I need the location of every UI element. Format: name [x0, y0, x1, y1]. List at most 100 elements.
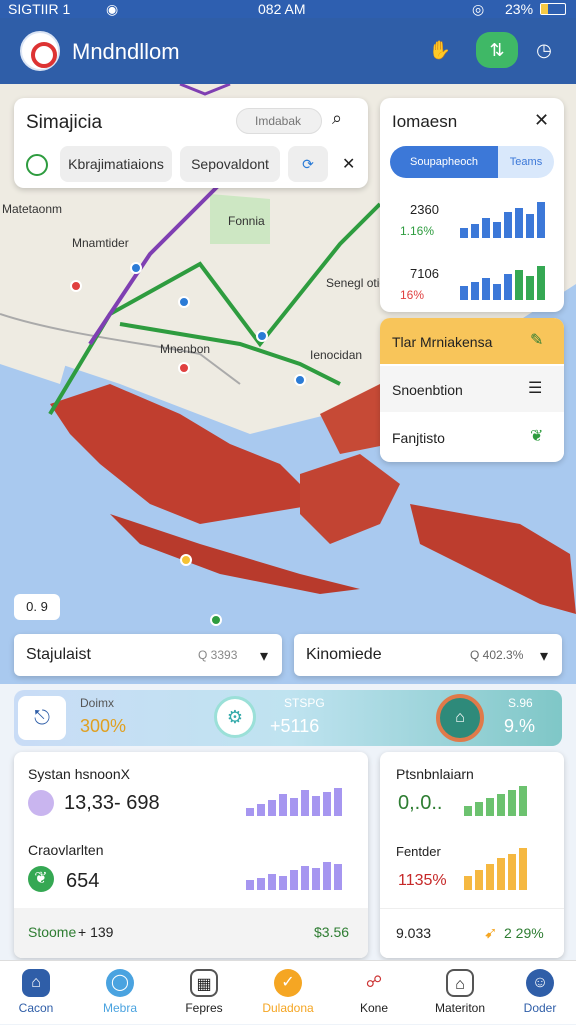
stats-card: Ptsnbnlaiarn 0,.0.. Fentder 1135% 9.033 … [380, 752, 564, 958]
stat-sub: 16% [400, 288, 425, 302]
status-bar: SIGTIIR 1 ◉ 082 AM ◎ 23% [0, 0, 576, 18]
map-label: Senegl otic [326, 276, 386, 290]
chat-icon: ◯ [106, 969, 134, 997]
map-label: Fonnia [228, 214, 265, 228]
nav-item-bag[interactable]: ⌂ Materiton [424, 961, 496, 1025]
file-icon: ▦ [190, 969, 218, 997]
stats-card: Systan hsnoonX 13,33- 698 Craovlarlten ❦… [14, 752, 368, 958]
pin-icon: ➹ [484, 925, 498, 942]
app-logo [20, 31, 60, 71]
map-pin[interactable] [180, 554, 192, 566]
nav-label: Cacon [18, 1001, 54, 1015]
filter-value: Q 402.3% [470, 648, 524, 662]
menu-label: Snoenbtion [392, 382, 463, 398]
map-pin[interactable] [256, 330, 268, 342]
clock-icon[interactable]: ◷ [526, 32, 562, 68]
nav-item-files[interactable]: ▦ Fepres [168, 961, 240, 1025]
tab-teams[interactable]: Teams [498, 146, 554, 178]
stats-value: 654 [66, 870, 100, 892]
zoom-indicator[interactable]: 0. 9 [14, 594, 60, 620]
map-pin[interactable] [178, 362, 190, 374]
bag-icon: ⌂ [446, 969, 474, 997]
search-icon[interactable]: ⌕ [332, 108, 342, 129]
map-pin[interactable] [210, 614, 222, 626]
share-icon[interactable]: ⟳ [288, 146, 328, 182]
list-icon: ☰ [528, 380, 543, 397]
summary-label: Doimx [80, 696, 115, 710]
toggle-button[interactable]: ⇅ [476, 32, 518, 68]
nav-item-chat[interactable]: ◯ Mebra [84, 961, 156, 1025]
menu-label: Tlar Mrniakensa [392, 334, 493, 350]
chart-ring-icon[interactable]: ⌂ [436, 694, 484, 742]
gear-icon[interactable]: ⚙ [214, 696, 256, 738]
close-icon[interactable]: ✕ [534, 110, 549, 131]
filter-chip[interactable]: Sepovaldont [180, 146, 280, 182]
summary-strip: ⎋ Doimx 300% ⚙ STSPG +5116 ⌂ S.96 9.% [14, 690, 562, 746]
footer-value: + 139 [78, 924, 114, 940]
nav-item-users[interactable]: ☍ Kone [338, 961, 410, 1025]
close-icon[interactable]: ✕ [342, 154, 355, 174]
clock-text: 082 AM [258, 1, 306, 17]
leaf-icon: ❦ [530, 428, 544, 445]
stats-value: 1135% [398, 872, 447, 889]
stats-footer: 9.033 ➹ 2 29% [380, 908, 564, 958]
filter-value: Q 3393 [198, 648, 238, 662]
summary-value: +5116 [270, 716, 320, 736]
stats-label: Craovlarlten [28, 842, 104, 858]
filter-dropdown[interactable]: Kinomiede Q 402.3% ▾ [294, 634, 562, 676]
map-view[interactable]: Matetaonm Mnamtider Fonnia Senegl otic M… [0, 84, 576, 684]
box-icon: ⎋ [18, 696, 66, 740]
search-input[interactable] [236, 108, 322, 134]
map-label: Ienocidan [310, 348, 363, 362]
app-bar: Mndndllom ✋ ⇅ ◷ [0, 18, 576, 84]
check-icon: ✓ [274, 969, 302, 997]
nav-label: Mebra [102, 1001, 137, 1015]
summary-value: 300% [80, 716, 127, 736]
filter-chip[interactable]: Kbrajimatiaions [60, 146, 172, 182]
tab-active[interactable]: Soupapheoch [390, 146, 498, 178]
bar-chart [460, 264, 545, 300]
layer-menu: Tlar Mrniakensa ✎ Snoenbtion ☰ Fanjtisto… [380, 318, 564, 462]
recenter-icon[interactable] [26, 154, 48, 176]
chevron-down-icon: ▾ [260, 648, 269, 665]
menu-item[interactable]: Tlar Mrniakensa ✎ [380, 318, 564, 364]
map-pin[interactable] [178, 296, 190, 308]
menu-item[interactable]: Fanjtisto ❦ [380, 414, 564, 460]
map-label: Mnenbon [160, 342, 211, 356]
map-pin[interactable] [70, 280, 82, 292]
nav-item-profile[interactable]: ☺ Doder [504, 961, 576, 1025]
nav-label: Materiton [434, 1001, 486, 1015]
nav-item-home[interactable]: ⌂ Cacon [0, 961, 72, 1025]
pencil-icon: ✎ [530, 332, 544, 349]
nav-item-active[interactable]: ✓ Duladona [252, 961, 324, 1025]
bar-chart [460, 202, 545, 238]
footer-right: 2 29% [504, 925, 544, 941]
nav-label: Kone [359, 1001, 389, 1015]
footer-label: Stoome [28, 924, 77, 940]
stats-label: Fentder [396, 844, 441, 859]
stat-value: 2360 [410, 202, 439, 217]
footer-value: 9.033 [396, 925, 432, 941]
profile-icon: ☺ [526, 969, 554, 997]
leaf-icon: ❦ [28, 866, 54, 892]
bar-chart [246, 860, 342, 890]
info-title: Iomaesn [392, 112, 458, 131]
hand-icon[interactable]: ✋ [422, 32, 458, 68]
map-pin[interactable] [130, 262, 142, 274]
menu-item[interactable]: Snoenbtion ☰ [380, 366, 564, 412]
stats-footer: Stoome + 139 $3.56 [14, 908, 368, 958]
chevron-down-icon: ▾ [540, 648, 549, 665]
footer-right: $3.56 [314, 924, 350, 940]
map-pin[interactable] [294, 374, 306, 386]
summary-label: STSPG [284, 696, 325, 710]
bar-chart [246, 786, 342, 816]
menu-label: Fanjtisto [392, 430, 445, 446]
stat-sub: 1.16% [400, 224, 435, 238]
battery-text: 23% [505, 1, 534, 17]
stats-value: 0,.0.. [398, 792, 443, 814]
search-title: Simajicia [26, 112, 103, 133]
wifi-icon: ◉ [106, 1, 119, 17]
filter-dropdown[interactable]: Stajulaist Q 3393 ▾ [14, 634, 282, 676]
location-icon: ◎ [472, 1, 485, 17]
nav-label: Fepres [185, 1001, 223, 1015]
